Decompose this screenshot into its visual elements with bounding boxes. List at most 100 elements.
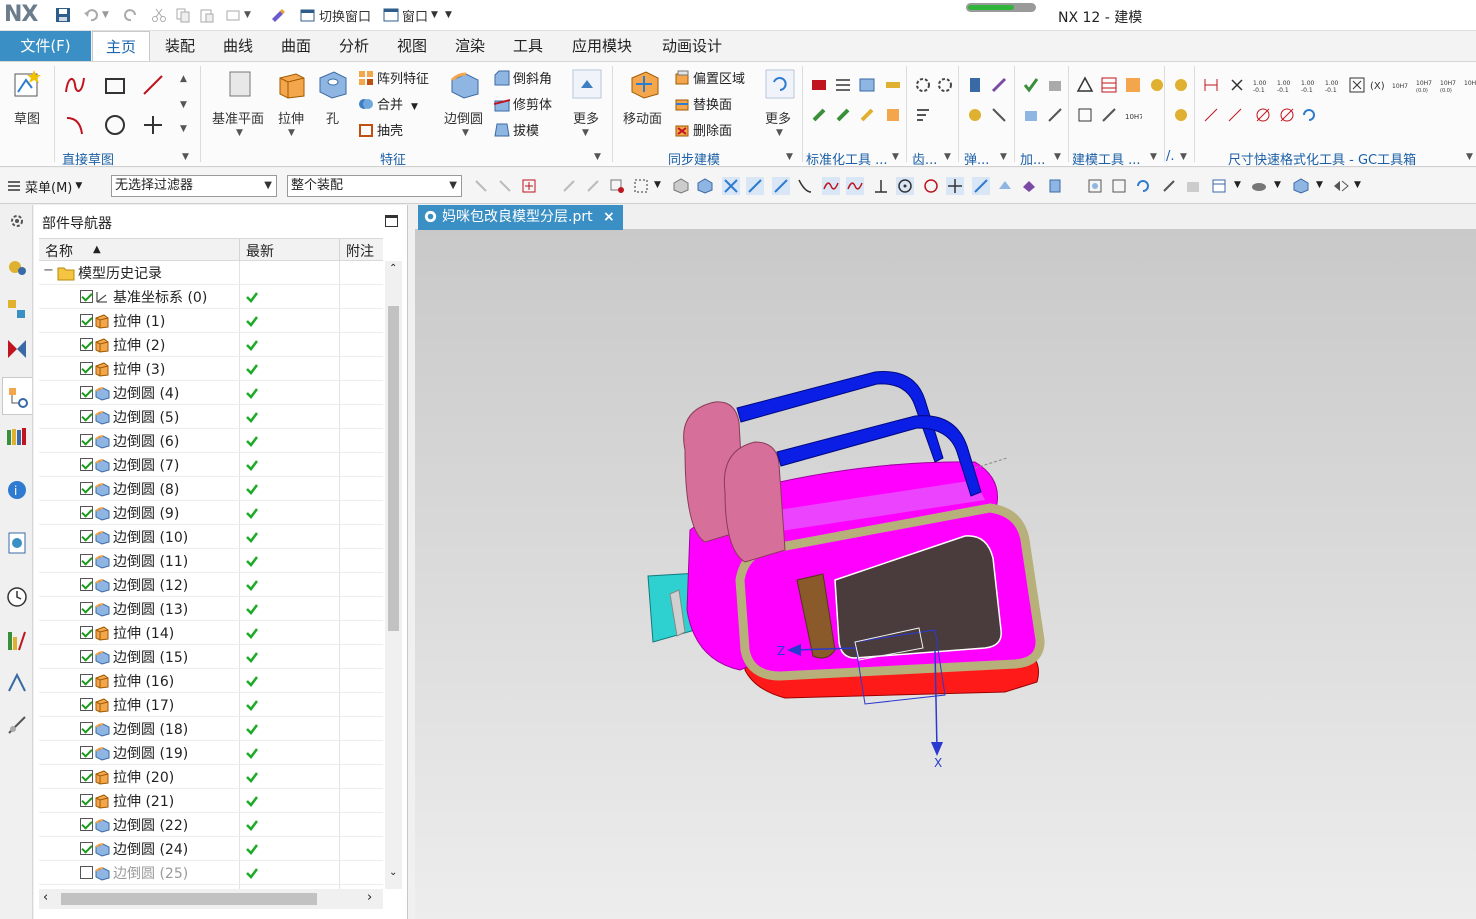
select-all-icon[interactable] [496,177,514,195]
graphics-window[interactable]: Z X [415,230,1476,919]
edit-icon[interactable] [1100,106,1118,124]
snap-point-icon[interactable] [946,177,964,195]
snap-icon[interactable] [560,177,578,195]
collapse-toggle-icon[interactable]: − [43,263,54,278]
gear-tool-2-icon[interactable] [936,76,954,94]
chevron-down-icon[interactable]: ▼ [180,100,187,110]
spring-delete-icon[interactable] [990,76,1008,94]
tree-row[interactable]: 拉伸 (17) [39,693,383,717]
highlight-icon[interactable] [608,177,626,195]
feature-suppress-checkbox[interactable] [80,338,93,351]
scroll-down-icon[interactable]: ⌄ [389,867,397,878]
fit-h7-table-3-icon[interactable]: 10H7 [1464,76,1476,94]
horizontal-scroll-thumb[interactable] [61,893,317,905]
feature-suppress-checkbox[interactable] [80,674,93,687]
snap-on-surface-icon[interactable] [996,177,1014,195]
snap-spline-icon[interactable] [822,177,840,195]
system-scenes-icon[interactable] [5,713,29,737]
snap-line-icon[interactable] [746,177,764,195]
tolerance-1-icon[interactable]: 1.00-0.1 [1252,76,1270,94]
feature-suppress-checkbox[interactable] [80,530,93,543]
profile-icon[interactable] [64,74,86,96]
solid-body-icon[interactable] [672,177,690,195]
tree-row[interactable]: 边倒圆 (11) [39,549,383,573]
column-header-name[interactable]: 名称 [45,241,73,261]
tree-row[interactable]: 边倒圆 (5) [39,405,383,429]
chamfer-button[interactable]: 倒斜角 [494,68,564,88]
shell-button[interactable]: 抽壳 [358,120,438,140]
edge-blend-button[interactable]: 边倒圆 ▼ [442,66,488,140]
file-menu-tab[interactable]: 文件(F) [0,31,91,61]
tab-tools[interactable]: 工具 [500,31,556,61]
feature-suppress-checkbox[interactable] [80,314,93,327]
feature-suppress-checkbox[interactable] [80,578,93,591]
tree-row[interactable]: 边倒圆 (19) [39,741,383,765]
group-menu-icon[interactable]: ▼ [944,152,951,162]
fit-view-icon[interactable] [1086,177,1104,195]
chevron-down-icon[interactable]: ▼ [654,180,661,190]
redo-button[interactable] [123,6,139,24]
tab-assembly[interactable]: 装配 [152,31,208,61]
circle-icon[interactable] [104,114,126,136]
reference-dimension-icon[interactable]: (X) [1370,76,1388,94]
snap-on-curve-icon[interactable] [972,177,990,195]
datum-plane-button[interactable]: 基准平面 ▼ [210,66,270,140]
undo-format-icon[interactable] [1300,106,1318,124]
extrude-button[interactable]: 拉伸 ▼ [274,66,310,140]
clear-format-icon[interactable] [1228,76,1246,94]
tree-row[interactable]: 拉伸 (20) [39,765,383,789]
chevron-down-icon[interactable]: ▼ [1354,180,1361,190]
main-menu-button[interactable]: 菜单(M) ▼ [6,176,82,196]
render-style-icon[interactable] [1250,177,1268,195]
column-header-latest[interactable]: 最新 [246,241,274,261]
snap-center-icon[interactable] [896,177,914,195]
tab-applications[interactable]: 应用模块 [560,31,644,61]
hd3d-tools-icon[interactable]: i [5,477,29,501]
group-menu-icon[interactable]: ▼ [1000,152,1007,162]
rectangle-select-icon[interactable] [632,177,650,195]
perspective-icon[interactable] [1184,177,1202,195]
feature-suppress-checkbox[interactable] [80,770,93,783]
window-menu-button[interactable]: 窗口 ▼ ▼ [383,6,452,25]
point-icon[interactable] [142,114,164,136]
group-menu-icon[interactable]: ▼ [786,152,793,162]
horizontal-scrollbar[interactable]: ‹ › [39,889,383,909]
column-header-notes[interactable]: 附注 [346,241,374,261]
radius-dimension-icon[interactable] [1226,106,1244,124]
snap-quadrant-icon[interactable] [922,177,940,195]
tab-analysis[interactable]: 分析 [326,31,382,61]
reuse-library-icon[interactable] [5,425,29,449]
tree-row[interactable]: 边倒圆 (8) [39,477,383,501]
constraint-navigator-icon[interactable] [5,337,29,361]
zoom-icon[interactable] [1110,177,1128,195]
feature-suppress-checkbox[interactable] [80,650,93,663]
repeat-command-button[interactable]: ▼ [225,6,251,24]
coins-icon[interactable] [1172,76,1190,94]
cut-button[interactable] [151,6,167,24]
add-check-icon[interactable] [1046,76,1064,94]
tree-row[interactable]: 边倒圆 (12) [39,573,383,597]
feature-suppress-checkbox[interactable] [80,434,93,447]
delete-face-button[interactable]: 删除面 [674,120,760,140]
snap-bounded-icon[interactable] [1020,177,1038,195]
offset-region-button[interactable]: 偏置区域 [674,68,760,88]
touch-mode-button[interactable] [270,6,286,24]
tolerance-3-icon[interactable]: 1.00-0.1 [1300,76,1318,94]
vertical-scrollbar[interactable]: ⌃ ⌄ [385,261,402,889]
pan-icon[interactable] [1160,177,1178,195]
tree-row[interactable]: 边倒圆 (24) [39,837,383,861]
tree-row[interactable]: 边倒圆 (6) [39,429,383,453]
gear-analysis-icon[interactable] [914,106,932,124]
fit-h7-table-icon[interactable]: 10H7(0.0) [1416,76,1434,94]
feature-more-button[interactable]: 更多 ▼ [568,66,606,140]
snap-endpoint-icon[interactable] [722,177,740,195]
maximize-icon[interactable] [385,215,398,227]
group-menu-icon[interactable]: ▼ [1466,152,1473,162]
washer-icon[interactable] [884,106,902,124]
chevron-down-icon[interactable]: ▼ [1274,180,1281,190]
feature-suppress-checkbox[interactable] [80,626,93,639]
fit-h7-table-2-icon[interactable]: 10H7(0.0) [1440,76,1458,94]
line-icon[interactable] [142,74,164,96]
vertical-scroll-thumb[interactable] [388,306,399,631]
hole-button[interactable]: 孔 [316,66,350,140]
